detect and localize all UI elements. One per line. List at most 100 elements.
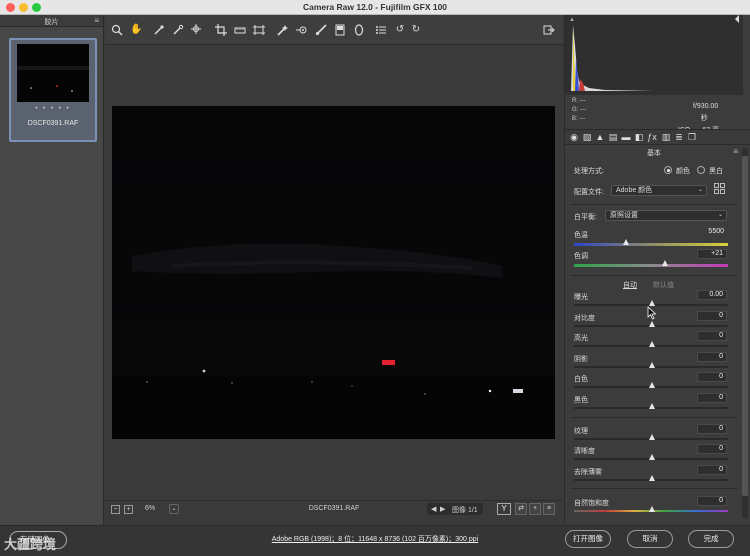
open-image-button[interactable]: 打开图像: [565, 530, 611, 548]
adjustment-brush-icon[interactable]: [315, 24, 327, 36]
slider-knob[interactable]: [649, 341, 655, 347]
previous-image-icon[interactable]: ◀: [431, 505, 436, 513]
white-balance-label: 白平衡:: [574, 214, 597, 221]
tab-split-toning-icon[interactable]: ▬: [620, 132, 632, 142]
tab-detail-icon[interactable]: ▲: [594, 132, 606, 142]
straighten-icon[interactable]: [234, 24, 246, 36]
copy-settings-button[interactable]: +: [529, 503, 541, 515]
white-balance-select[interactable]: 原照设置 ⌄: [605, 210, 727, 221]
basic-panel-menu-icon[interactable]: ≡: [733, 147, 738, 156]
done-button[interactable]: 完成: [688, 530, 734, 548]
tab-hsl-icon[interactable]: ▤: [607, 132, 619, 143]
tab-basic-icon[interactable]: ◉: [568, 132, 580, 143]
process-color-radio[interactable]: [664, 166, 672, 174]
temperature-slider-knob[interactable]: [623, 239, 629, 245]
slider-value[interactable]: 0: [697, 311, 727, 321]
title-bar: Camera Raw 12.0 - Fujifilm GFX 100: [0, 0, 750, 15]
filmstrip-thumbnail[interactable]: • • • • • DSCF0391.RAF: [9, 38, 97, 142]
slider-value[interactable]: 0: [697, 496, 727, 506]
slider-label: 曝光: [574, 294, 588, 301]
scrollbar-thumb[interactable]: [742, 156, 748, 496]
temperature-label: 色温: [574, 232, 588, 239]
slider-knob[interactable]: [649, 362, 655, 368]
slider-knob[interactable]: [649, 434, 655, 440]
preview-image: [112, 106, 555, 439]
targeted-adjustment-icon[interactable]: [191, 24, 203, 36]
profile-browser-icon[interactable]: [714, 183, 725, 196]
graduated-filter-icon[interactable]: [334, 24, 346, 36]
red-eye-icon[interactable]: [296, 24, 308, 36]
chevron-down-icon: ⌄: [717, 212, 723, 218]
slider-value[interactable]: 0: [697, 393, 727, 403]
temperature-value[interactable]: 5500: [697, 228, 727, 238]
divider: [571, 275, 737, 276]
slider-knob[interactable]: [649, 382, 655, 388]
slider-value[interactable]: 0: [697, 424, 727, 434]
panel-scrollbar[interactable]: [742, 148, 748, 518]
zoom-icon[interactable]: [111, 24, 123, 36]
slider-knob[interactable]: [649, 506, 655, 512]
image-canvas[interactable]: [105, 45, 563, 500]
tab-calibration-icon[interactable]: ▥: [660, 132, 672, 143]
filmstrip-menu-icon[interactable]: ≡: [94, 16, 99, 25]
export-icon[interactable]: [543, 24, 555, 36]
temperature-slider-track[interactable]: [574, 243, 728, 246]
image-navigator: ◀ ▶ 图像 1/1: [427, 503, 483, 515]
slider-knob[interactable]: [649, 403, 655, 409]
slider-value[interactable]: 0.00: [697, 290, 727, 300]
mouse-cursor-icon: [647, 306, 657, 320]
rotate-cw-icon[interactable]: ↻: [410, 24, 422, 36]
filmstrip-panel: 胶片 ≡ • • • • • DSCF0391.RAF: [0, 15, 104, 525]
slider-value[interactable]: 0: [697, 352, 727, 362]
white-balance-icon[interactable]: [153, 24, 165, 36]
slider-label: 阴影: [574, 356, 588, 363]
before-after-toggle-button[interactable]: Y: [497, 503, 511, 515]
auto-link[interactable]: 自动: [623, 280, 637, 290]
swap-settings-button[interactable]: ⇄: [515, 503, 527, 515]
transform-icon[interactable]: [253, 24, 265, 36]
slider-label: 高光: [574, 335, 588, 342]
footer-bar: 存储图像... 大疆跨境 Adobe RGB (1998)；8 位；11648 …: [0, 525, 750, 556]
slider-value[interactable]: 0: [697, 444, 727, 454]
shadow-clipping-icon[interactable]: ▲: [569, 17, 575, 23]
next-image-icon[interactable]: ▶: [440, 505, 445, 513]
tab-effects-icon[interactable]: ƒx: [646, 132, 658, 142]
slider-knob[interactable]: [649, 321, 655, 327]
adjustment-panel: ▲ R: --- G: --- B: --- f/930.00 秒 ISO 10…: [564, 15, 750, 525]
histogram: ▲: [565, 15, 743, 95]
slider-value[interactable]: 0: [697, 331, 727, 341]
tab-tone-curve-icon[interactable]: ▧: [581, 132, 593, 143]
rotate-ccw-icon[interactable]: ↺: [394, 24, 406, 36]
tint-value[interactable]: +21: [697, 249, 727, 259]
thumbnail-rating[interactable]: • • • • •: [11, 106, 95, 112]
hand-icon[interactable]: ✋: [130, 24, 142, 36]
default-link[interactable]: 默认值: [653, 280, 674, 290]
tint-slider-knob[interactable]: [662, 260, 668, 266]
tab-presets-icon[interactable]: ≣: [673, 132, 685, 143]
current-filename: DSCF0391.RAF: [308, 505, 360, 512]
divider: [571, 417, 737, 418]
aperture: f/9: [693, 103, 701, 110]
crop-icon[interactable]: [215, 24, 227, 36]
toggle-default-button[interactable]: ≡: [543, 503, 555, 515]
tab-snapshots-icon[interactable]: ❐: [686, 132, 698, 143]
slider-knob[interactable]: [649, 454, 655, 460]
slider-value[interactable]: 0: [697, 465, 727, 475]
basic-section-title: 基本: [647, 150, 661, 157]
preferences-icon[interactable]: [375, 24, 387, 36]
tab-lens-icon[interactable]: ◧: [633, 132, 645, 143]
slider-value[interactable]: 0: [697, 372, 727, 382]
tint-slider-track[interactable]: [574, 264, 728, 267]
process-bw-label: 黑白: [709, 168, 723, 175]
color-sampler-icon[interactable]: [172, 24, 184, 36]
spot-removal-icon[interactable]: [277, 24, 289, 36]
rgb-readout: R: --- G: --- B: ---: [572, 97, 586, 124]
white-balance-value: 原照设置: [610, 212, 638, 219]
slider-label: 去除薄雾: [574, 469, 602, 476]
cancel-button[interactable]: 取消: [627, 530, 673, 548]
process-color-label: 颜色: [676, 168, 690, 175]
radial-filter-icon[interactable]: [353, 24, 365, 36]
slider-knob[interactable]: [649, 475, 655, 481]
process-bw-radio[interactable]: [697, 166, 705, 174]
profile-select[interactable]: Adobe 颜色 ⌄: [611, 185, 707, 196]
